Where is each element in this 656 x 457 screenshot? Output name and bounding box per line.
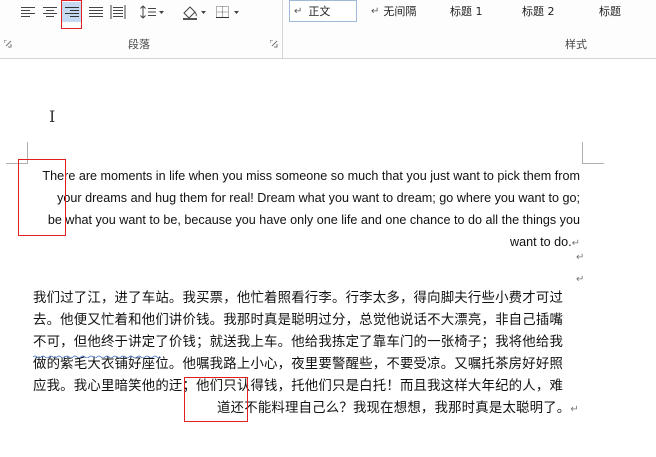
dialog-launcher-icon[interactable] bbox=[4, 40, 12, 48]
styles-gallery: ↵ 正文 ↵ 无间隔 标题 1 标题 2 标题 bbox=[287, 0, 656, 26]
margin-corner-top-right bbox=[582, 142, 604, 164]
text-line: 道还不能料理自己么？我现在想想，我那时真是太聪明了。↵ bbox=[33, 398, 583, 421]
paragraph-mark-icon: ↵ bbox=[371, 5, 380, 17]
style-title-label: 标题 bbox=[599, 5, 621, 18]
group-separator bbox=[282, 0, 283, 58]
align-center-icon[interactable] bbox=[40, 2, 60, 22]
align-left-icon[interactable] bbox=[18, 2, 38, 22]
line-spacing-icon[interactable] bbox=[138, 2, 166, 22]
shading-icon[interactable] bbox=[180, 2, 208, 22]
style-no-spacing-label: 无间隔 bbox=[383, 5, 417, 18]
borders-icon[interactable] bbox=[214, 2, 242, 22]
selection-highlight-box bbox=[61, 0, 82, 29]
paragraph-mark-icon: ↵ bbox=[294, 5, 303, 17]
paragraph-group: 段落 bbox=[0, 0, 280, 58]
paragraph-mark-icon: ↵ bbox=[571, 238, 580, 249]
text-line: 我们过了江，进了车站。我买票，他忙着照看行李。行李太多，得向脚夫行些小费才可过 bbox=[33, 291, 564, 306]
justify-icon[interactable] bbox=[86, 2, 106, 22]
style-heading-2-label: 标题 2 bbox=[522, 5, 555, 18]
style-no-spacing[interactable]: ↵ 无间隔 bbox=[371, 0, 441, 22]
text-line: 不可，但他终于讲定了价钱；就送我上车。他给我拣定了靠车门的一张椅子；我将他给我 bbox=[33, 335, 564, 350]
style-normal[interactable]: ↵ 正文 bbox=[289, 0, 357, 22]
annotation-box-indent bbox=[18, 159, 66, 236]
text-line: want to do.↵ bbox=[24, 231, 580, 255]
paragraph-mark-icon: ↵ bbox=[576, 274, 585, 285]
grammar-squiggle bbox=[33, 355, 162, 358]
ribbon: 段落 ↵ 正文 ↵ 无间隔 标题 1 标题 2 标题 样式 bbox=[0, 0, 656, 59]
style-heading-2[interactable]: 标题 2 bbox=[522, 0, 582, 22]
paragraph-group-label: 段落 bbox=[128, 38, 150, 51]
text-line: your dreams and hug them for real! Dream… bbox=[57, 191, 580, 205]
english-paragraph[interactable]: There are moments in life when you miss … bbox=[24, 165, 580, 255]
text-line: be what you want to be, because you have… bbox=[47, 213, 580, 227]
distributed-icon[interactable] bbox=[108, 2, 128, 22]
text-line: 应我。我心里暗笑他的迂；他们只认得钱，托他们只是白托！而且我这样大年纪的人，难 bbox=[33, 379, 564, 394]
text-line-content: 道还不能料理自己么？我现在想想，我那时真是太聪明了。 bbox=[217, 401, 571, 416]
annotation-box-line-start bbox=[184, 377, 248, 422]
document-page[interactable]: I There are moments in life when you mis… bbox=[0, 59, 656, 457]
style-heading-1[interactable]: 标题 1 bbox=[450, 0, 510, 22]
paragraph-mark-icon: ↵ bbox=[570, 404, 579, 415]
paragraph-dialog-launcher-icon[interactable] bbox=[270, 40, 278, 48]
paragraph-mark-icon: ↵ bbox=[576, 252, 585, 263]
style-title[interactable]: 标题 bbox=[599, 0, 649, 22]
text-line: There are moments in life when you miss … bbox=[42, 169, 580, 183]
style-normal-label: 正文 bbox=[308, 5, 331, 18]
style-heading-1-label: 标题 1 bbox=[450, 5, 483, 18]
text-line: 去。他便又忙着和他们讲价钱。我那时真是聪明过分，总觉他说话不大漂亮，非自己插嘴 bbox=[33, 313, 564, 328]
text-line-content: want to do. bbox=[509, 235, 572, 249]
styles-group-label: 样式 bbox=[565, 38, 587, 51]
text-cursor-icon: I bbox=[49, 107, 56, 126]
